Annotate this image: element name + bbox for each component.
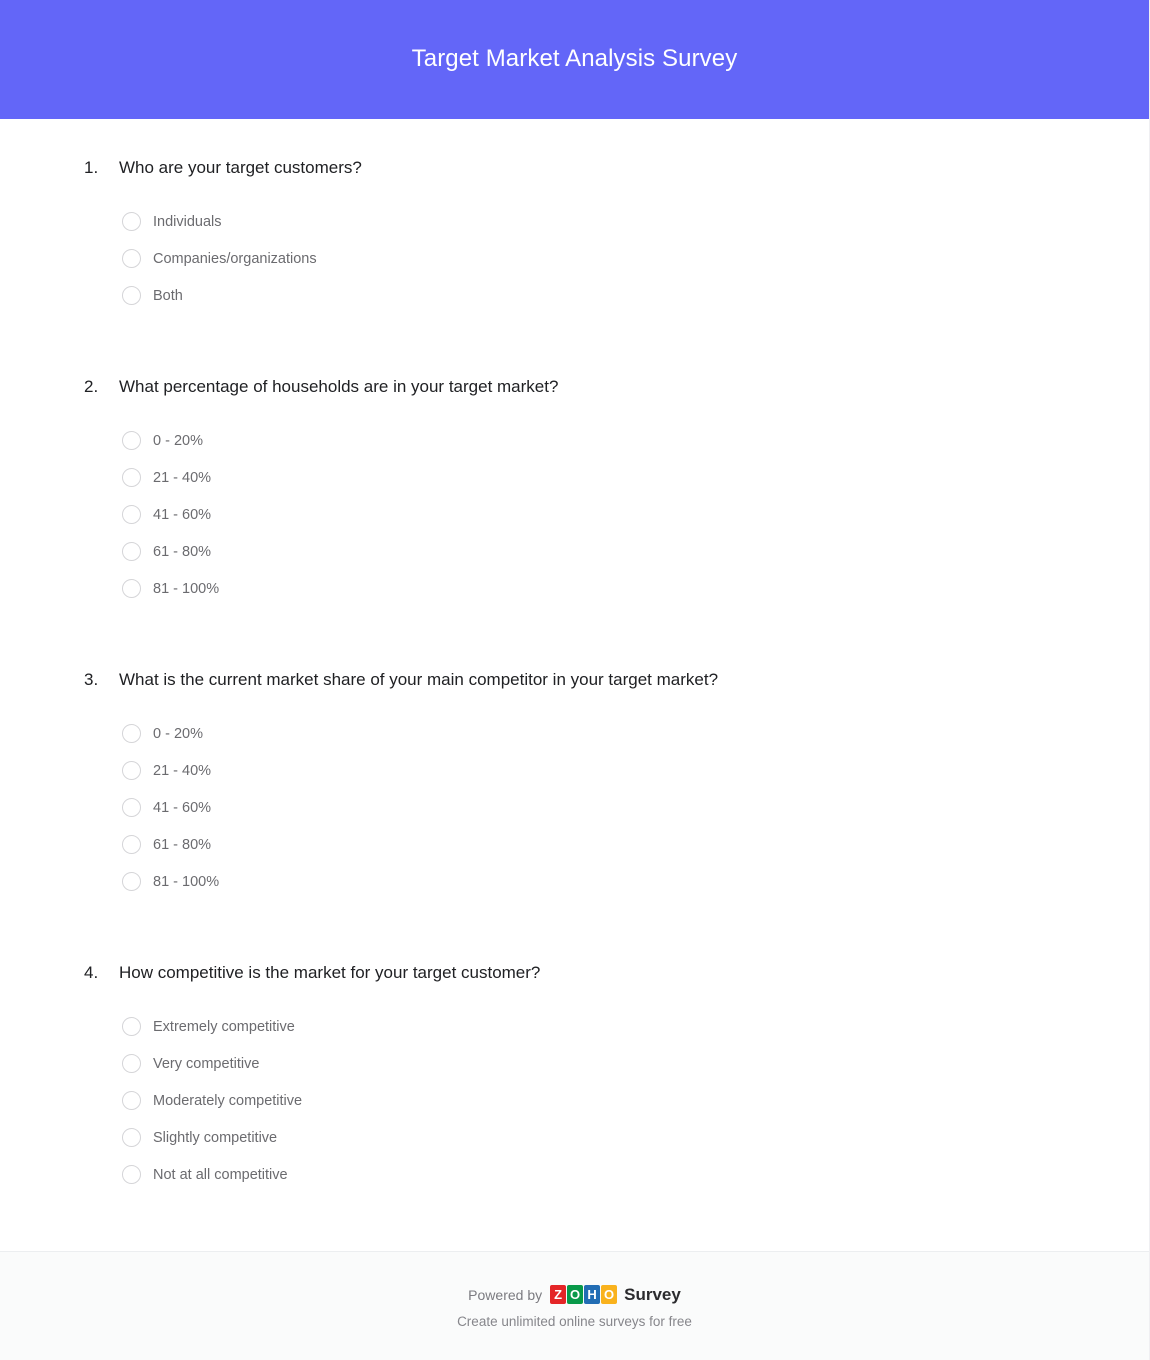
option-label: 0 - 20% — [153, 725, 203, 742]
powered-by-label: Powered by — [468, 1286, 543, 1303]
radio-button-icon[interactable] — [122, 724, 141, 743]
radio-button-icon[interactable] — [122, 798, 141, 817]
question-block-4: 4. How competitive is the market for you… — [0, 960, 1149, 1193]
option-label: Extremely competitive — [153, 1018, 295, 1035]
option-row[interactable]: Extremely competitive — [122, 1008, 1089, 1045]
options-list-1: Individuals Companies/organizations Both — [84, 203, 1089, 314]
option-row[interactable]: 41 - 60% — [122, 789, 1089, 826]
option-label: Moderately competitive — [153, 1092, 303, 1109]
question-block-1: 1. Who are your target customers? Indivi… — [0, 155, 1149, 314]
question-header-2: 2. What percentage of households are in … — [84, 374, 1089, 400]
radio-button-icon[interactable] — [122, 431, 141, 450]
option-label: Individuals — [153, 213, 222, 230]
question-text-2: What percentage of households are in you… — [119, 377, 559, 396]
radio-button-icon[interactable] — [122, 1165, 141, 1184]
question-text-3: What is the current market share of your… — [119, 670, 719, 689]
option-label: 61 - 80% — [153, 543, 212, 560]
option-row[interactable]: 21 - 40% — [122, 752, 1089, 789]
option-row[interactable]: Slightly competitive — [122, 1119, 1089, 1156]
radio-button-icon[interactable] — [122, 212, 141, 231]
option-row[interactable]: Individuals — [122, 203, 1089, 240]
option-row[interactable]: Both — [122, 277, 1089, 314]
radio-button-icon[interactable] — [122, 872, 141, 891]
radio-button-icon[interactable] — [122, 1017, 141, 1036]
radio-button-icon[interactable] — [122, 1054, 141, 1073]
option-row[interactable]: 0 - 20% — [122, 715, 1089, 752]
question-number-1: 1. — [84, 158, 99, 177]
survey-title: Target Market Analysis Survey — [411, 45, 738, 73]
radio-button-icon[interactable] — [122, 761, 141, 780]
option-label: Slightly competitive — [153, 1129, 278, 1146]
option-row[interactable]: 81 - 100% — [122, 570, 1089, 607]
question-header-4: 4. How competitive is the market for you… — [84, 960, 1089, 986]
radio-button-icon[interactable] — [122, 579, 141, 598]
zoho-tile-h: H — [584, 1285, 601, 1305]
option-row[interactable]: Moderately competitive — [122, 1082, 1089, 1119]
radio-button-icon[interactable] — [122, 835, 141, 854]
radio-button-icon[interactable] — [122, 1128, 141, 1147]
question-block-2: 2. What percentage of households are in … — [0, 374, 1149, 607]
question-header-3: 3. What is the current market share of y… — [84, 667, 1089, 693]
option-row[interactable]: 61 - 80% — [122, 533, 1089, 570]
option-label: Both — [153, 287, 183, 304]
option-row[interactable]: 41 - 60% — [122, 496, 1089, 533]
option-row[interactable]: Not at all competitive — [122, 1156, 1089, 1193]
zoho-logo-icon[interactable]: Z O H O — [550, 1285, 618, 1305]
product-name-label: Survey — [624, 1285, 681, 1305]
question-number-2: 2. — [84, 377, 99, 396]
option-label: 0 - 20% — [153, 432, 203, 449]
options-list-2: 0 - 20% 21 - 40% 41 - 60% 61 - 80% 81 - … — [84, 422, 1089, 607]
option-label: Very competitive — [153, 1055, 260, 1072]
radio-button-icon[interactable] — [122, 505, 141, 524]
survey-page: Target Market Analysis Survey 1. Who are… — [0, 0, 1150, 1360]
option-label: 61 - 80% — [153, 836, 212, 853]
option-row[interactable]: 61 - 80% — [122, 826, 1089, 863]
question-number-4: 4. — [84, 963, 99, 982]
option-label: 21 - 40% — [153, 469, 212, 486]
options-list-3: 0 - 20% 21 - 40% 41 - 60% 61 - 80% 81 - … — [84, 715, 1089, 900]
options-list-4: Extremely competitive Very competitive M… — [84, 1008, 1089, 1193]
radio-button-icon[interactable] — [122, 468, 141, 487]
option-label: Companies/organizations — [153, 250, 317, 267]
question-text-1: Who are your target customers? — [119, 158, 362, 177]
option-row[interactable]: 21 - 40% — [122, 459, 1089, 496]
radio-button-icon[interactable] — [122, 249, 141, 268]
question-header-1: 1. Who are your target customers? — [84, 155, 1089, 181]
option-label: Not at all competitive — [153, 1166, 288, 1183]
option-label: 41 - 60% — [153, 799, 212, 816]
radio-button-icon[interactable] — [122, 1091, 141, 1110]
option-row[interactable]: Very competitive — [122, 1045, 1089, 1082]
option-label: 81 - 100% — [153, 580, 220, 597]
zoho-tile-z1: Z — [550, 1285, 567, 1305]
powered-by-row: Powered by Z O H O Survey — [0, 1285, 1149, 1305]
radio-button-icon[interactable] — [122, 542, 141, 561]
radio-button-icon[interactable] — [122, 286, 141, 305]
option-row[interactable]: Companies/organizations — [122, 240, 1089, 277]
zoho-tile-o2: O — [601, 1285, 618, 1305]
survey-footer: Powered by Z O H O Survey Create unlimit… — [0, 1251, 1149, 1360]
survey-header: Target Market Analysis Survey — [0, 0, 1149, 119]
option-label: 21 - 40% — [153, 762, 212, 779]
footer-tagline: Create unlimited online surveys for free — [457, 1314, 692, 1330]
option-row[interactable]: 0 - 20% — [122, 422, 1089, 459]
option-label: 81 - 100% — [153, 873, 220, 890]
survey-questions-container: 1. Who are your target customers? Indivi… — [0, 119, 1149, 1252]
option-row[interactable]: 81 - 100% — [122, 863, 1089, 900]
zoho-tile-o1: O — [567, 1285, 584, 1305]
question-text-4: How competitive is the market for your t… — [119, 963, 541, 982]
option-label: 41 - 60% — [153, 506, 212, 523]
question-number-3: 3. — [84, 670, 99, 689]
question-block-3: 3. What is the current market share of y… — [0, 667, 1149, 900]
